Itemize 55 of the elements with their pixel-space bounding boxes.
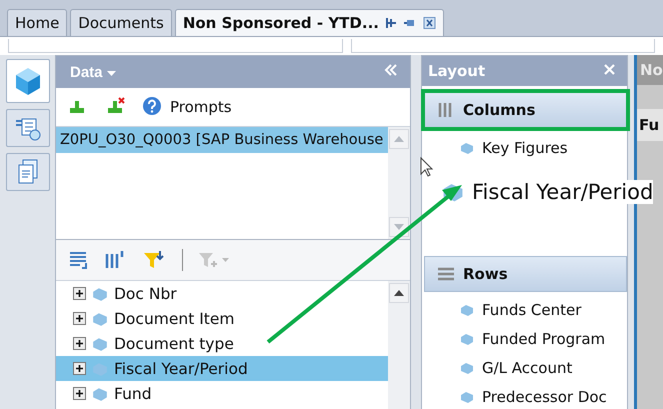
dimension-icon [460, 390, 474, 404]
dimension-icon [460, 332, 474, 346]
layout-item[interactable]: G/L Account [422, 353, 627, 382]
dimension-icon [92, 336, 108, 352]
arrow-down-icon [394, 224, 404, 230]
expand-icon[interactable] [73, 287, 86, 300]
tree-item[interactable]: Fund [56, 381, 388, 406]
dimension-icon [92, 386, 108, 402]
dimension-icon [442, 181, 464, 203]
caret-icon [106, 70, 116, 76]
pin-icon[interactable] [384, 17, 398, 29]
dimension-icon [92, 286, 108, 302]
expand-icon[interactable] [73, 337, 86, 350]
help-icon [142, 96, 164, 118]
layout-item[interactable]: Funded Program [422, 324, 627, 354]
pin-icon[interactable] [404, 17, 417, 29]
expand-icon[interactable] [73, 387, 86, 400]
prompts-button[interactable]: Prompts [142, 96, 232, 118]
table-cell: Fu [637, 109, 663, 141]
dimension-icon [460, 303, 474, 318]
pages-icon[interactable] [6, 153, 50, 191]
panel-title: Layout [428, 62, 486, 80]
layout-item[interactable]: Key Figures [422, 134, 627, 162]
document-tab[interactable]: Documents [70, 9, 172, 36]
query-item[interactable]: Z0PU_O30_Q0003 [SAP Business Warehouse [56, 127, 388, 153]
panel-title: No [637, 55, 663, 85]
document-tab[interactable]: Home [7, 9, 68, 36]
document-tab[interactable]: Non Sponsored - YTD... [174, 9, 444, 36]
dimension-icon [460, 360, 474, 375]
layout-item[interactable]: Funds Center [422, 296, 627, 324]
rows-header[interactable]: Rows [424, 256, 627, 292]
tree-item-label: Fiscal Year/Period [114, 360, 248, 378]
dimension-icon [460, 141, 474, 155]
tree-item-label: Document type [114, 334, 234, 352]
rows-icon [437, 266, 455, 282]
drag-item: Fiscal Year/Period [442, 180, 654, 204]
expand-icon[interactable] [73, 362, 86, 375]
tree-item-label: Fund [114, 384, 152, 402]
close-icon[interactable] [422, 17, 436, 29]
layout-item[interactable]: Predecessor Doc [422, 382, 627, 409]
scroll-up-button[interactable] [389, 283, 409, 303]
list-icon[interactable] [6, 109, 50, 147]
tree-item-label: Doc Nbr [114, 284, 177, 302]
tree-item-label: Document Item [114, 310, 235, 328]
tree-item[interactable]: Document type [56, 331, 388, 356]
tree-item[interactable]: Doc Nbr [56, 281, 388, 306]
rows-icon[interactable] [68, 249, 90, 271]
tree-item[interactable]: Fiscal Year/Period [56, 356, 388, 381]
cube-icon[interactable] [6, 59, 50, 103]
columns-header[interactable]: Columns [424, 92, 627, 128]
arrow-up-icon [394, 136, 404, 142]
arrow-up-icon [394, 290, 404, 296]
dimension-icon [92, 310, 108, 326]
expand-icon[interactable] [73, 312, 86, 325]
tree-item[interactable]: Document Item [56, 306, 388, 331]
